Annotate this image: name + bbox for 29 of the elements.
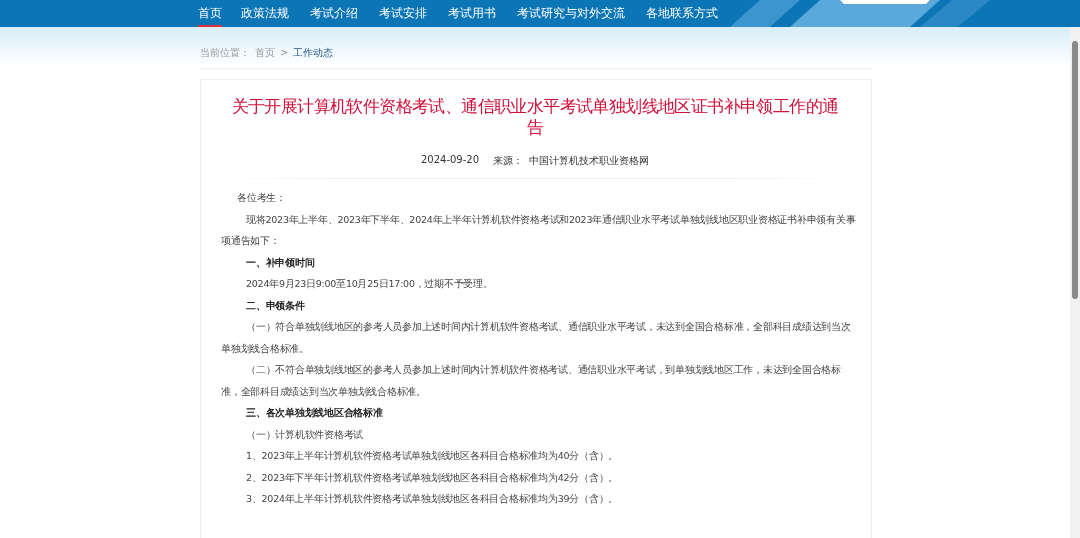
publish-date: 2024-09-20	[420, 154, 480, 167]
salutation: 各位考生：	[236, 191, 287, 205]
nav-tab[interactable]: 考试介绍	[310, 0, 368, 27]
section-heading: 三、各次单独划线地区合格标准	[245, 406, 384, 420]
paragraph: （二）不符合单独划线地区的参考人员参加上述时间内计算机软件资格考试、通信职业水平考试，到单独划线地区工作，未达到全国合格标准，全部科目成绩达到当次单独划线合格标准。	[221, 363, 842, 399]
breadcrumb-link[interactable]: 工作动态	[293, 45, 334, 60]
nav-tab[interactable]: 考试安排	[379, 0, 437, 27]
nav-tab[interactable]: 考试用书	[448, 0, 506, 27]
breadcrumb-label: 当前位置：	[200, 45, 250, 60]
source-label: 来源：	[493, 154, 524, 168]
paragraph: 2、2023年下半年计算机软件资格考试单独划线地区各科目合格标准均为42分（含）。	[245, 470, 620, 485]
nav-tab[interactable]: 考试研究与对外交流	[517, 0, 635, 27]
source-name: 中国计算机技术职业资格网	[529, 154, 650, 168]
paragraph: 2024年9月23日9:00至10月25日17:00，过期不予受理。	[245, 277, 494, 291]
paragraph: （一）计算机软件资格考试	[245, 427, 364, 442]
scrollbar-thumb[interactable]	[1072, 41, 1078, 299]
section-heading: 二、申领条件	[245, 298, 306, 313]
nav-tab[interactable]: 政策法规	[241, 0, 299, 27]
paragraph: 现将2023年上半年、2023年下半年、2024年上半年计算机软件资格考试和2023年通信职业水平考试单独划线地区职业资格证书补申领有关事项通告如下：	[221, 212, 857, 248]
paragraph: 1、2023年上半年计算机软件资格考试单独划线地区各科目合格标准均为40分（含）。	[245, 449, 620, 463]
paragraph: 3、2024年上半年计算机软件资格考试单独划线地区各科目合格标准均为39分（含）。	[245, 492, 620, 506]
nav-tab[interactable]: 各地联系方式	[646, 0, 728, 27]
article-title: 关于开展计算机软件资格考试、通信职业水平考试单独划线地区证书补申领工作的通告	[231, 96, 839, 138]
section-heading: 一、补申领时间	[245, 255, 316, 270]
scrollbar[interactable]	[1070, 27, 1080, 538]
nav-tab[interactable]: 首页	[198, 0, 222, 27]
paragraph: （一）符合单独划线地区的参考人员参加上述时间内计算机软件资格考试、通信职业水平考试，未达到全国合格标准，全部科目成绩达到当次单独划线合格标准。	[221, 320, 852, 356]
breadcrumb-separator: >	[280, 47, 289, 58]
breadcrumb-link[interactable]: 首页	[255, 45, 275, 60]
